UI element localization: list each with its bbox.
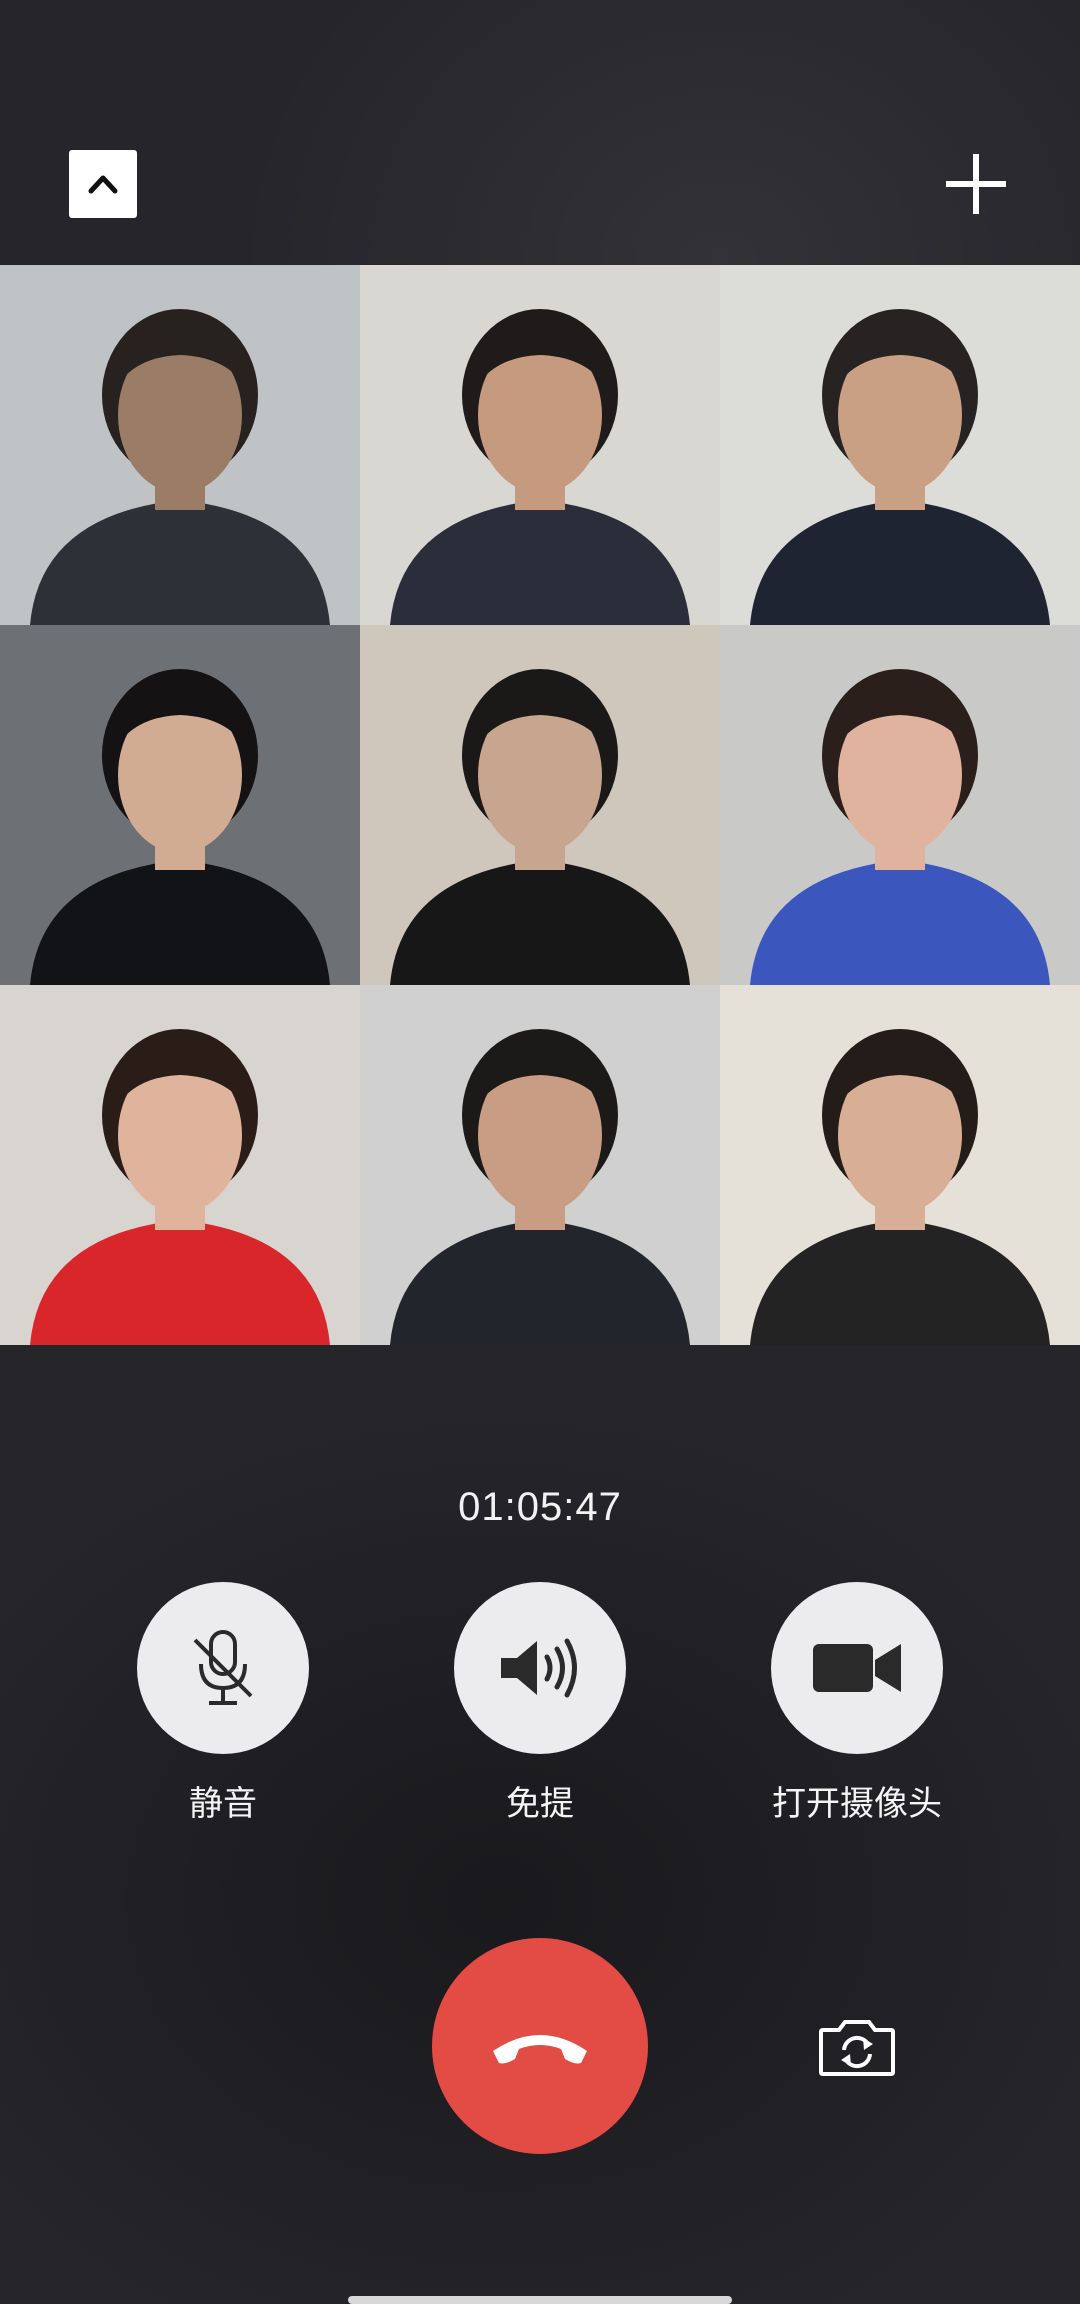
speaker-button[interactable]: 免提 [430, 1582, 650, 1825]
participant-video-tile[interactable] [360, 265, 720, 625]
add-participant-button[interactable] [942, 150, 1010, 218]
participant-video-frame [360, 265, 720, 625]
mute-button[interactable]: 静音 [113, 1582, 333, 1825]
speaker-circle[interactable] [454, 1582, 626, 1754]
participant-video-tile[interactable] [0, 625, 360, 985]
call-duration: 01:05:47 [458, 1485, 622, 1529]
speaker-label: 免提 [506, 1785, 574, 1823]
participant-video-tile[interactable] [720, 265, 1080, 625]
plus-icon [946, 154, 1006, 214]
mute-circle[interactable] [137, 1582, 309, 1754]
participant-video-frame [0, 625, 360, 985]
participant-video-tile[interactable] [360, 625, 720, 985]
microphone-muted-icon [193, 1630, 253, 1705]
participant-video-tile[interactable] [0, 265, 360, 625]
participant-video-tile[interactable] [360, 985, 720, 1345]
participant-video-frame [360, 985, 720, 1345]
participant-video-frame [720, 625, 1080, 985]
participant-video-tile[interactable] [0, 985, 360, 1345]
home-indicator[interactable] [348, 2296, 732, 2304]
participant-video-frame [0, 265, 360, 625]
video-camera-icon [813, 1644, 901, 1692]
participant-video-grid [0, 265, 1080, 1345]
participant-video-tile[interactable] [720, 625, 1080, 985]
phone-hangup-icon [493, 2035, 587, 2064]
chevron-up-icon [88, 175, 118, 194]
hangup-button[interactable] [432, 1938, 648, 2154]
switch-camera-icon [819, 2020, 895, 2076]
speaker-icon [501, 1638, 577, 1698]
camera-toggle-button[interactable]: 打开摄像头 [747, 1582, 967, 1825]
camera-label: 打开摄像头 [772, 1785, 942, 1823]
switch-camera-button[interactable] [812, 2010, 902, 2082]
mute-label: 静音 [189, 1785, 257, 1823]
participant-video-frame [360, 625, 720, 985]
participant-video-tile[interactable] [720, 985, 1080, 1345]
participant-video-frame [0, 985, 360, 1345]
participant-video-frame [720, 985, 1080, 1345]
participant-video-frame [720, 265, 1080, 625]
camera-circle[interactable] [771, 1582, 943, 1754]
collapse-button[interactable] [69, 150, 137, 218]
